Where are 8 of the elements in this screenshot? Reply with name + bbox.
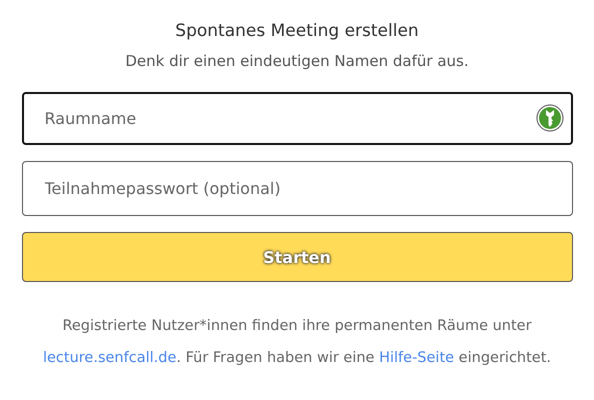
- key-icon[interactable]: [536, 104, 564, 132]
- subtitle: Denk dir einen eindeutigen Namen dafür aus.: [124, 51, 470, 72]
- input-field[interactable]: Raumname: [22, 92, 572, 145]
- page-title: Spontanes Meeting erstellen: [174, 20, 420, 43]
- info-text: Registrierte Nutzer*innen finden ihre permanenten Räume unter lecture.senfcall.de. Für Fragen haben wir eine Hilfe-Seite eingerichtet.: [42, 317, 552, 368]
- input-field[interactable]: Teilnahmepasswort (optional): [22, 161, 572, 216]
- link[interactable]: lecture.senfcall.de: [42, 350, 176, 366]
- link[interactable]: Hilfe-Seite: [379, 350, 454, 366]
